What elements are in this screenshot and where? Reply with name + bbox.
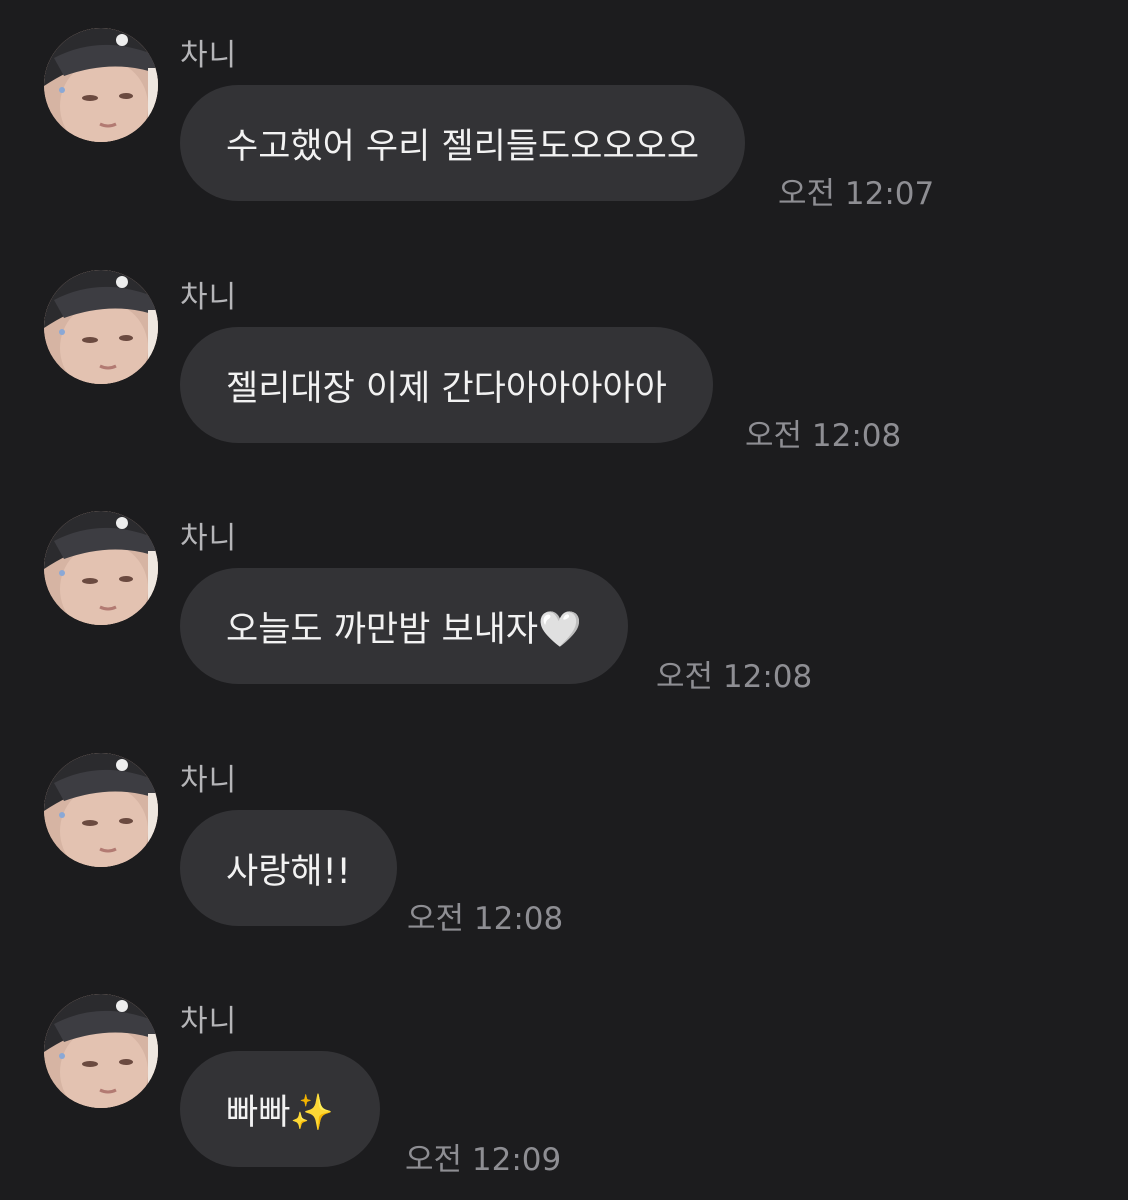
sender-name: 차니 [180,521,238,556]
message-bubble[interactable]: 젤리대장 이제 간다아아아아아 [180,327,713,443]
avatar[interactable] [44,270,158,384]
message-bubble[interactable]: 오늘도 까만밤 보내자🤍 [180,568,628,684]
sender-name: 차니 [180,280,238,315]
message-row: 차니 사랑해!! 오전 12:08 [0,725,1128,945]
message-timestamp: 오전 12:08 [407,901,564,937]
sender-name: 차니 [180,763,238,798]
avatar-image [44,28,158,142]
avatar[interactable] [44,994,158,1108]
avatar-image [44,270,158,384]
message-timestamp: 오전 12:09 [405,1142,562,1178]
message-bubble[interactable]: 빠빠✨ [180,1051,380,1167]
avatar[interactable] [44,753,158,867]
sender-name: 차니 [180,1004,238,1039]
avatar[interactable] [44,28,158,142]
message-bubble[interactable]: 수고했어 우리 젤리들도오오오오 [180,85,746,201]
message-row: 차니 수고했어 우리 젤리들도오오오오 오전 12:07 [0,0,1128,220]
message-timestamp: 오전 12:08 [656,659,813,695]
avatar[interactable] [44,511,158,625]
message-row: 차니 젤리대장 이제 간다아아아아아 오전 12:08 [0,242,1128,462]
message-row: 차니 빠빠✨ 오전 12:09 [0,966,1128,1186]
sender-name: 차니 [180,38,238,73]
message-timestamp: 오전 12:07 [778,176,935,212]
message-timestamp: 오전 12:08 [745,418,902,454]
avatar-image [44,994,158,1108]
avatar-image [44,753,158,867]
avatar-image [44,511,158,625]
message-row: 차니 오늘도 까만밤 보내자🤍 오전 12:08 [0,483,1128,703]
message-bubble[interactable]: 사랑해!! [180,810,397,926]
